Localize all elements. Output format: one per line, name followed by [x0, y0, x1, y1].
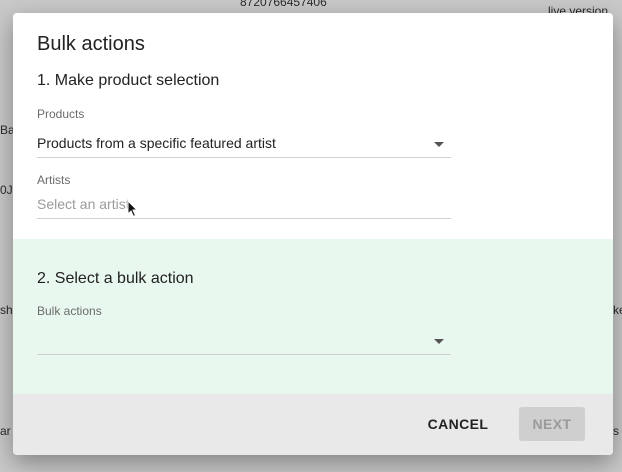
background-fragment: s	[613, 424, 619, 438]
bulk-actions-label: Bulk actions	[37, 304, 102, 318]
artists-label: Artists	[37, 173, 71, 187]
dropdown-caret-icon	[434, 142, 444, 147]
bulk-action-section: 2. Select a bulk action Bulk actions	[13, 239, 613, 394]
background-fragment: sh	[0, 303, 13, 317]
products-select-value: Products from a specific featured artist	[37, 135, 276, 151]
products-select[interactable]: Products from a specific featured artist	[37, 133, 451, 158]
artists-input-placeholder: Select an artist	[37, 196, 130, 212]
background-number: 8720766457406	[240, 0, 327, 9]
bulk-actions-dialog: Bulk actions 1. Make product selection P…	[13, 13, 613, 455]
background-fragment: ar	[0, 424, 11, 438]
cancel-button[interactable]: CANCEL	[418, 407, 498, 441]
dropdown-caret-icon	[434, 339, 444, 344]
artists-input[interactable]: Select an artist	[37, 194, 451, 219]
background-fragment: ke	[613, 303, 622, 317]
step2-heading: 2. Select a bulk action	[37, 270, 194, 287]
products-label: Products	[37, 107, 85, 121]
next-button[interactable]: NEXT	[519, 407, 585, 441]
mouse-pointer-icon	[127, 200, 139, 218]
step1-heading: 1. Make product selection	[37, 72, 220, 89]
dialog-title: Bulk actions	[37, 33, 145, 55]
dialog-footer: CANCEL NEXT	[13, 394, 613, 455]
background-fragment: 0J	[0, 183, 13, 197]
bulk-actions-select[interactable]	[37, 330, 451, 355]
